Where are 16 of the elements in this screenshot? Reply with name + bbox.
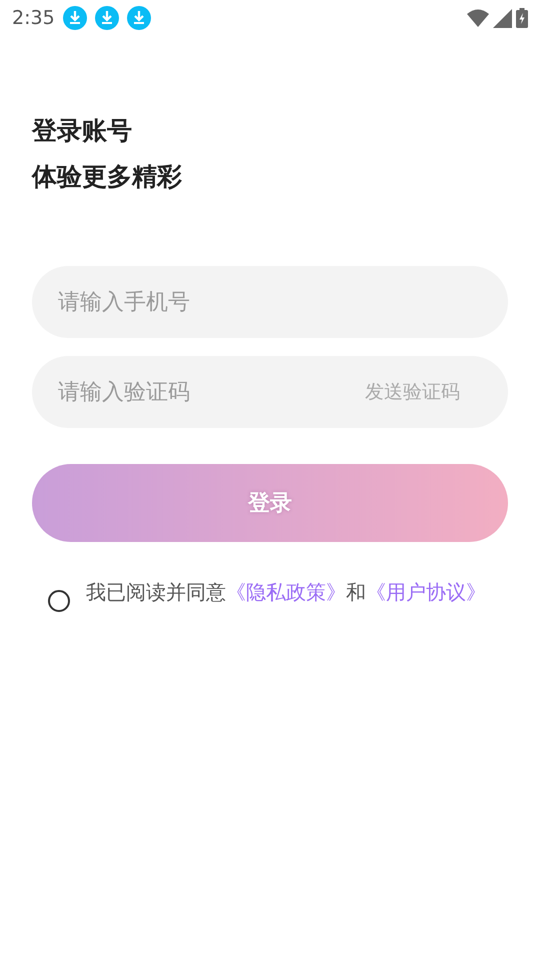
agreement-link[interactable]: 《隐私政策》 bbox=[226, 580, 346, 604]
agree-checkbox[interactable] bbox=[48, 590, 70, 612]
battery-icon bbox=[516, 8, 528, 28]
send-code-button[interactable]: 发送验证码 bbox=[365, 380, 460, 404]
download-icon bbox=[94, 6, 119, 30]
agreement-text: 我已阅读并同意《隐私政策》和《用户协议》 bbox=[86, 580, 486, 604]
agreement-link[interactable]: 《用户协议》 bbox=[366, 580, 486, 604]
heading-text: 体验更多精彩 bbox=[32, 161, 183, 193]
download-icon bbox=[62, 6, 87, 30]
wifi-icon bbox=[467, 9, 489, 27]
heading-text: 登录账号 bbox=[32, 115, 133, 147]
signal-icon bbox=[493, 8, 512, 28]
phone-field[interactable]: 请输入手机号 bbox=[32, 266, 508, 338]
download-icon bbox=[126, 6, 151, 30]
login-button[interactable]: 登录 bbox=[32, 464, 508, 542]
clock-time: 2:35 bbox=[12, 6, 55, 31]
